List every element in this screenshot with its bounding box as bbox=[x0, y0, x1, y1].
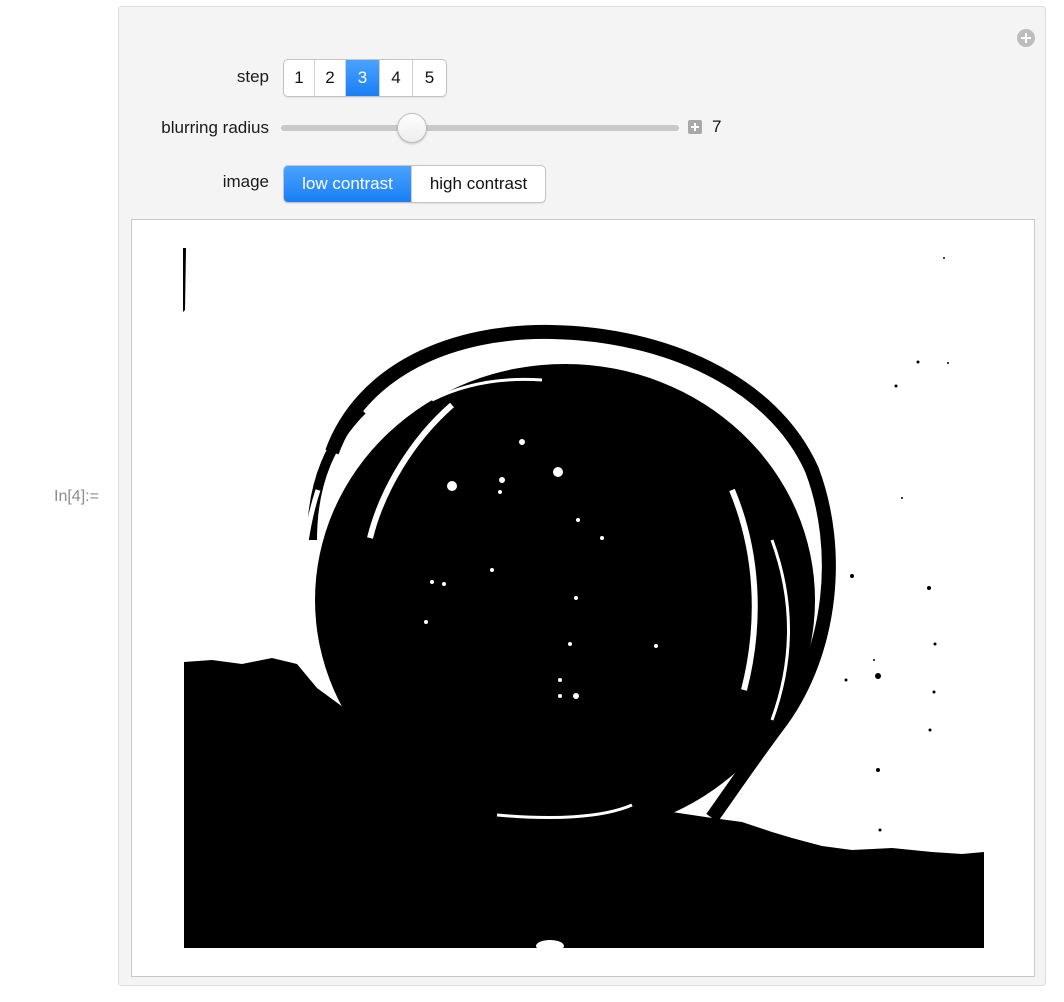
step-option-5[interactable]: 5 bbox=[413, 60, 446, 96]
plus-circle-icon[interactable] bbox=[1017, 29, 1035, 47]
manipulate-panel: step 1 2 3 4 5 blurring radius 7 image l… bbox=[118, 6, 1046, 986]
blurring-radius-label: blurring radius bbox=[161, 118, 269, 137]
step-option-4[interactable]: 4 bbox=[380, 60, 413, 96]
blurring-radius-slider-track[interactable] bbox=[281, 125, 679, 131]
thresholded-image bbox=[132, 220, 1034, 976]
blurring-radius-slider-thumb[interactable] bbox=[397, 113, 427, 143]
step-selector: 1 2 3 4 5 bbox=[283, 59, 447, 97]
output-image-frame bbox=[131, 219, 1035, 977]
plus-square-icon[interactable] bbox=[688, 120, 702, 134]
step-option-1[interactable]: 1 bbox=[284, 60, 315, 96]
input-cell-label: In[4]:= bbox=[54, 488, 99, 505]
step-option-2[interactable]: 2 bbox=[315, 60, 346, 96]
step-label: step bbox=[236, 67, 269, 86]
image-option-low-contrast[interactable]: low contrast bbox=[284, 166, 412, 202]
step-option-3[interactable]: 3 bbox=[346, 60, 380, 96]
image-label: image bbox=[222, 172, 269, 191]
blurring-radius-value: 7 bbox=[712, 117, 722, 136]
image-option-high-contrast[interactable]: high contrast bbox=[412, 166, 545, 202]
image-selector: low contrast high contrast bbox=[283, 165, 546, 203]
